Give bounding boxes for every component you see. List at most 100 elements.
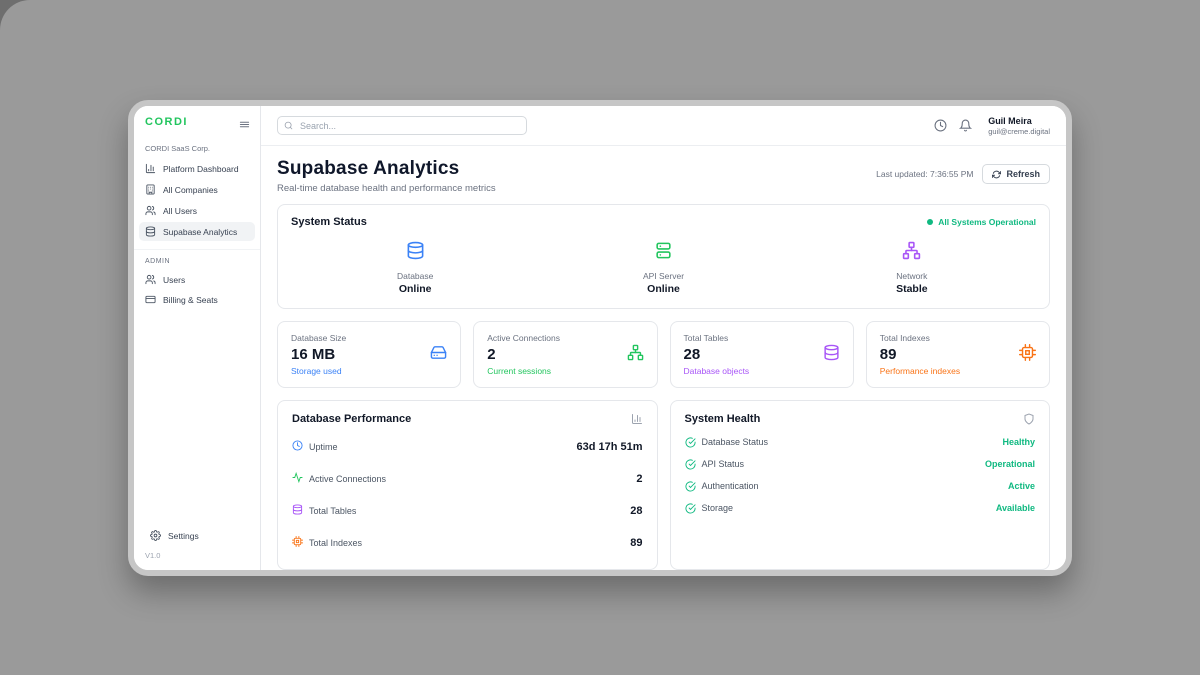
last-updated-text: Last updated: 7:36:55 PM [876,169,973,179]
users-icon [145,274,156,285]
metric-sublabel: Performance indexes [880,366,960,376]
perf-row-value: 63d 17h 51m [576,441,642,453]
page-header: Supabase Analytics Real-time database he… [261,146,1066,204]
database-icon [406,247,425,264]
refresh-button[interactable]: Refresh [982,164,1050,184]
status-item-label: Network [896,271,928,281]
topbar: Guil Meira guil@creme.digital [261,106,1066,146]
database-icon [823,344,840,366]
search-input[interactable] [277,116,527,135]
health-title: System Health [685,413,761,425]
dashboard-content: System Status All Systems Operational Da… [261,204,1066,570]
activity-icon [292,470,303,488]
refresh-label: Refresh [1006,169,1040,179]
status-badge-label: All Systems Operational [938,217,1036,227]
bar-chart-icon [145,163,156,174]
perf-row-label: Total Indexes [309,538,362,548]
clock-icon[interactable] [934,119,947,132]
database-performance-card: Database Performance Uptime 63d 17h 51m [277,400,658,570]
app-window: CORDI CORDI SaaS Corp. Platform Dashboar… [128,100,1072,576]
metric-cards-row: Database Size 16 MB Storage used Active … [277,321,1050,388]
check-circle-icon [685,481,696,492]
sidebar-item-all-companies[interactable]: All Companies [139,180,255,199]
metric-label: Database Size [291,333,346,343]
status-item-value: Online [643,283,684,295]
perf-row-total-indexes: Total Indexes 89 [292,527,643,559]
network-icon [902,247,921,264]
sidebar-item-billing-seats[interactable]: Billing & Seats [139,290,255,309]
sidebar-item-all-users[interactable]: All Users [139,201,255,220]
database-icon [292,502,303,520]
health-row-storage: Storage Available [685,497,1036,519]
perf-row-value: 28 [630,505,642,517]
building-icon [145,184,156,195]
health-row-label: API Status [702,459,745,469]
shield-icon [1023,413,1035,425]
check-circle-icon [685,503,696,514]
metric-value: 2 [487,346,560,363]
database-icon [145,226,156,237]
system-health-card: System Health Database Status Healthy [670,400,1051,570]
admin-section-label: ADMIN [134,250,260,269]
check-circle-icon [685,459,696,470]
app-version: V1.0 [139,546,255,560]
status-item-value: Online [397,283,433,295]
metric-sublabel: Current sessions [487,366,560,376]
perf-row-active-connections: Active Connections 2 [292,463,643,495]
page-title: Supabase Analytics [277,158,496,180]
users-icon [145,205,156,216]
metric-card-database-size: Database Size 16 MB Storage used [277,321,461,388]
user-email: guil@creme.digital [988,127,1050,136]
health-row-authentication: Authentication Active [685,475,1036,497]
main-area: Guil Meira guil@creme.digital Supabase A… [261,106,1066,570]
metric-value: 16 MB [291,346,346,363]
status-item-label: Database [397,271,433,281]
health-row-value: Healthy [1002,437,1035,447]
cpu-icon [1019,344,1036,366]
system-status-card: System Status All Systems Operational Da… [277,204,1050,309]
metric-card-active-connections: Active Connections 2 Current sessions [473,321,657,388]
hard-drive-icon [430,344,447,366]
sidebar-item-label: Settings [168,531,199,541]
hamburger-menu-icon[interactable] [239,117,250,128]
metric-card-total-tables: Total Tables 28 Database objects [670,321,854,388]
sidebar-item-label: Platform Dashboard [163,164,239,174]
server-icon [654,247,673,264]
sidebar-item-label: All Users [163,206,197,216]
bell-icon[interactable] [959,119,972,132]
metric-label: Total Indexes [880,333,960,343]
metric-value: 89 [880,346,960,363]
app-logo: CORDI [145,116,188,128]
sidebar-item-label: Billing & Seats [163,295,218,305]
health-row-label: Database Status [702,437,769,447]
user-profile[interactable]: Guil Meira guil@creme.digital [988,116,1050,136]
metric-label: Total Tables [684,333,750,343]
perf-row-label: Uptime [309,442,338,452]
health-row-api-status: API Status Operational [685,453,1036,475]
status-item-database: Database Online [397,241,433,295]
refresh-icon [992,170,1001,179]
status-item-label: API Server [643,271,684,281]
health-row-label: Storage [702,503,734,513]
search-container [277,116,527,136]
gear-icon [150,530,161,541]
check-circle-icon [685,437,696,448]
status-item-network: Network Stable [896,241,928,295]
status-badge: All Systems Operational [927,217,1036,227]
sidebar-item-supabase-analytics[interactable]: Supabase Analytics [139,222,255,241]
sidebar-item-platform-dashboard[interactable]: Platform Dashboard [139,159,255,178]
org-label: CORDI SaaS Corp. [134,136,260,158]
clock-icon [292,438,303,456]
system-status-title: System Status [291,216,367,228]
sidebar-item-users[interactable]: Users [139,270,255,289]
metric-value: 28 [684,346,750,363]
sidebar-item-label: All Companies [163,185,218,195]
perf-row-value: 2 [636,473,642,485]
sidebar: CORDI CORDI SaaS Corp. Platform Dashboar… [134,106,261,570]
health-row-label: Authentication [702,481,759,491]
metric-sublabel: Storage used [291,366,346,376]
performance-health-row: Database Performance Uptime 63d 17h 51m [277,400,1050,570]
metric-card-total-indexes: Total Indexes 89 Performance indexes [866,321,1050,388]
sidebar-item-settings[interactable]: Settings [144,526,250,545]
page-subtitle: Real-time database health and performanc… [277,183,496,194]
